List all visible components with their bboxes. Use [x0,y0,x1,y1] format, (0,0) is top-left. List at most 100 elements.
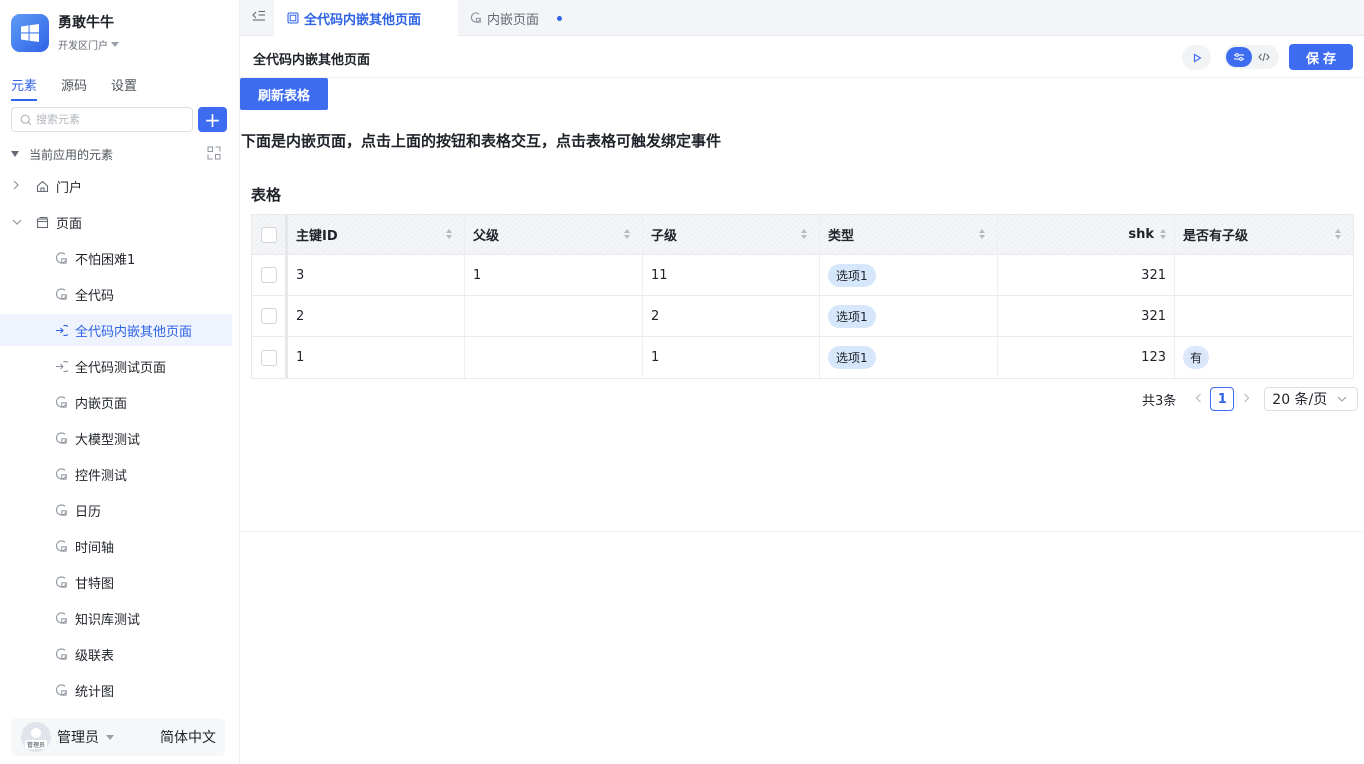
tree-page-label: 全代码测试页面 [75,360,167,376]
tree-page-item[interactable]: 统计图 [0,674,232,706]
table-row[interactable]: 1 1 选项1 123 有 [252,337,1353,378]
locate-icon[interactable] [207,146,221,163]
visual-mode-button[interactable] [1226,47,1252,67]
editor-tabbar: 全代码内嵌其他页面 内嵌页面 [240,0,1364,36]
table-row[interactable]: 2 2 选项1 321 [252,296,1353,337]
sidebar: 勇敢牛牛 开发区门户 元素 源码 设置 + 当前应用的元素 [0,0,240,764]
sort-icon[interactable] [1335,229,1341,239]
column-label: 类型 [828,229,855,244]
page-icon [53,394,69,410]
chevron-right-icon [12,180,24,193]
cell-value: 1 [651,350,660,365]
tab-elements[interactable]: 元素 [11,75,38,101]
tab-settings[interactable]: 设置 [111,75,137,101]
tree-page-label: 大模型测试 [75,432,141,448]
page-icon [53,610,69,626]
save-button[interactable]: 保存 [1289,44,1353,70]
sidebar-tabs: 元素 源码 设置 [11,75,161,101]
sort-icon[interactable] [801,229,807,239]
cell-value: 2 [651,308,660,324]
page-canvas: 刷新表格 下面是内嵌页面，点击上面的按钮和表格交互，点击表格可触发绑定事件 表格… [240,78,1364,532]
avatar[interactable]: 管理员 [21,722,51,752]
tree-page-item[interactable]: 全代码 [0,278,232,310]
tree-page-item[interactable]: 全代码内嵌其他页面 [0,314,232,346]
chevron-down-icon [12,216,24,229]
page-icon [53,286,69,302]
add-element-button[interactable]: + [198,107,227,132]
sort-icon[interactable] [446,229,452,239]
tab-label: 全代码内嵌其他页面 [304,12,422,28]
cell-type: 选项1 [820,337,998,378]
tab-source[interactable]: 源码 [61,75,87,101]
column-header-type[interactable]: 类型 [820,215,998,254]
cell-shk: 321 [998,296,1175,336]
refresh-table-button[interactable]: 刷新表格 [240,78,328,110]
table-header-row: 主键ID 父级 子级 类型 shk 是否有子级 [252,215,1353,255]
preview-button[interactable] [1182,45,1211,70]
table-title: 表格 [251,186,282,204]
tree-page-item[interactable]: 内嵌页面 [0,386,232,418]
page-icon [53,538,69,554]
cell-value: 2 [296,308,305,324]
tree-page-item[interactable]: 级联表 [0,638,232,670]
cell-value: 321 [1141,308,1166,324]
cell-shk: 123 [998,337,1175,378]
cell-has-children [1175,296,1353,336]
page-icon [53,646,69,662]
column-header-has-children[interactable]: 是否有子级 [1175,215,1353,254]
sliders-icon [1233,53,1244,61]
cell-value: 1 [296,350,305,365]
next-page-icon[interactable] [1238,392,1254,407]
cell-has-children [1175,255,1353,295]
tree-page-item[interactable]: 甘特图 [0,566,232,598]
caret-down-icon [106,734,114,740]
column-header-id[interactable]: 主键ID [288,215,465,254]
language-switch[interactable]: 简体中文 [160,727,216,747]
app-name: 勇敢牛牛 [58,15,114,31]
sort-icon[interactable] [979,229,985,239]
row-checkbox[interactable] [260,349,277,366]
page-icon [53,430,69,446]
tree-page-label: 不怕困难1 [75,252,136,268]
tree-page-item[interactable]: 全代码测试页面 [0,350,232,382]
prev-page-icon[interactable] [1190,392,1206,407]
editor-mode-toggle [1224,45,1279,69]
tree-page-item[interactable]: 控件测试 [0,458,232,490]
tree-page-item[interactable]: 知识库测试 [0,602,232,634]
row-select-cell [252,255,288,295]
search-input[interactable] [36,113,186,126]
tree-page-item[interactable]: 大模型测试 [0,422,232,454]
tab-embedded-page[interactable]: 内嵌页面 [470,0,563,36]
column-header-shk[interactable]: shk [998,215,1175,254]
section-title: 当前应用的元素 [29,147,114,162]
tree-group-portal[interactable]: 门户 [0,170,232,202]
sort-icon[interactable] [1160,229,1166,239]
tree-page-item[interactable]: 不怕困难1 [0,242,232,274]
user-menu[interactable]: 管理员 [57,727,114,747]
tab-fullcode-embed[interactable]: 全代码内嵌其他页面 [274,0,458,36]
tree-group-label: 门户 [56,180,83,196]
tree-page-item[interactable]: 时间轴 [0,530,232,562]
select-all-checkbox[interactable] [260,226,277,243]
page-icon [470,12,482,24]
page-size-value: 20 条/页 [1272,392,1328,408]
portal-selector[interactable]: 开发区门户 [58,37,119,52]
page-icon [53,682,69,698]
page-size-select[interactable]: 20 条/页 [1264,387,1359,411]
tree-page-item[interactable]: 日历 [0,494,232,526]
row-checkbox[interactable] [260,308,277,324]
tree-page-label: 知识库测试 [75,612,141,628]
column-header-parent[interactable]: 父级 [465,215,643,254]
sort-icon[interactable] [624,229,630,239]
current-app-elements-header[interactable]: 当前应用的元素 [11,145,221,163]
column-label: shk [1128,227,1154,242]
page-button-current[interactable]: 1 [1210,387,1235,411]
code-mode-button[interactable] [1252,47,1278,67]
tree-group-pages[interactable]: 页面 [0,206,232,238]
row-checkbox[interactable] [260,267,277,283]
table-row[interactable]: 3 1 11 选项1 321 [252,255,1353,296]
collapse-sidebar-icon[interactable] [250,7,268,25]
app-header: 勇敢牛牛 开发区门户 [11,14,119,52]
cell-value: 1 [473,267,482,283]
column-header-child[interactable]: 子级 [643,215,820,254]
